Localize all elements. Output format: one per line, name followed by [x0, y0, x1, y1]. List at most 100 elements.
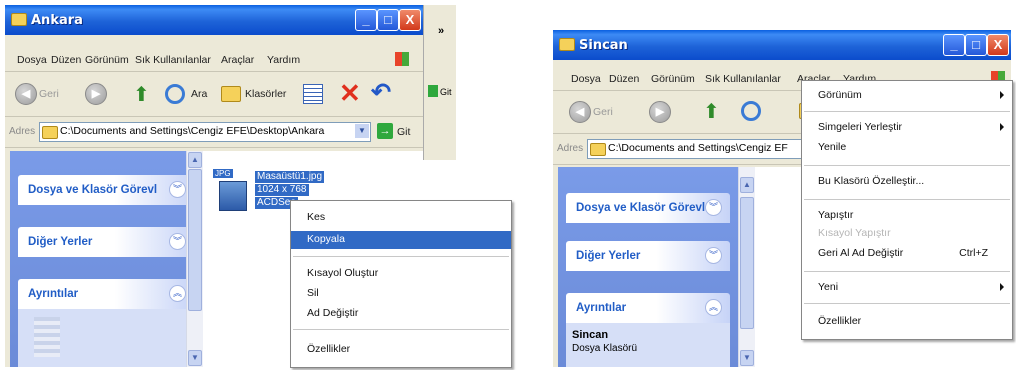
back-icon[interactable]: ◀ [569, 101, 591, 123]
menu-item-arrange-icons[interactable]: Simgeleri Yerleştir [802, 119, 1012, 137]
toolbar: ◀ Geri ▶ ⬆ Ara Klasörler ✕ ↶ [5, 72, 423, 117]
menu-separator [804, 111, 1010, 112]
jpg-file-icon[interactable]: JPG [213, 169, 249, 211]
task-box-details[interactable]: Ayrıntılar ︽ [18, 279, 194, 309]
submenu-arrow-icon [1000, 123, 1004, 131]
close-button[interactable]: X [987, 34, 1009, 56]
menu-gorunum[interactable]: Görünüm [651, 73, 695, 85]
task-box-file-folder-tasks[interactable]: Dosya ve Klasör Görevl ︾ [18, 175, 194, 205]
task-title: Ayrıntılar [576, 302, 627, 314]
menu-item-paste[interactable]: Yapıştır [802, 207, 1012, 225]
task-box-other-places[interactable]: Diğer Yerler ︾ [18, 227, 194, 257]
minimize-button[interactable]: _ [943, 34, 965, 56]
go-label[interactable]: Git [440, 87, 452, 97]
undo-icon[interactable]: ↶ [371, 78, 391, 107]
windows-logo-icon [395, 52, 409, 66]
title-bar[interactable]: Sincan _ □ X [553, 30, 1011, 60]
up-folder-icon[interactable]: ⬆ [703, 99, 720, 124]
menu-sik-kullanilanlar[interactable]: Sık Kullanılanlar [135, 54, 211, 66]
menu-label: Kopyala [307, 233, 345, 245]
search-label[interactable]: Ara [191, 88, 207, 100]
menu-item-cut[interactable]: Kes [291, 209, 511, 227]
scroll-down-icon[interactable]: ▼ [188, 350, 202, 366]
address-input[interactable]: C:\Documents and Settings\Cengiz EF [587, 139, 819, 159]
menu-label: Özellikler [818, 315, 862, 327]
vertical-scrollbar[interactable]: ▲ ▼ [738, 167, 755, 367]
chevron-down-icon[interactable]: ︾ [705, 199, 722, 216]
task-box-details[interactable]: Ayrıntılar ︽ [566, 293, 730, 323]
address-path: C:\Documents and Settings\Cengiz EFE\Des… [60, 125, 325, 137]
chevron-down-icon[interactable]: ︾ [705, 247, 722, 264]
menu-label: Bu Klasörü Özelleştir... [818, 175, 925, 187]
menu-gorunum[interactable]: Görünüm [85, 54, 129, 66]
menu-bar: Dosya Düzen Görünüm Sık Kullanılanlar Ar… [5, 49, 423, 72]
scroll-up-icon[interactable]: ▲ [188, 152, 202, 168]
menu-label: Geri Al Ad Değiştir [818, 247, 904, 259]
views-icon[interactable] [303, 84, 323, 104]
chevron-up-icon[interactable]: ︽ [705, 299, 722, 316]
details-name: Sincan [572, 329, 609, 341]
menu-item-create-shortcut[interactable]: Kısayol Oluştur [291, 265, 511, 283]
scroll-down-icon[interactable]: ▼ [740, 350, 754, 366]
menu-item-view[interactable]: Görünüm [802, 87, 1012, 105]
chevron-up-icon[interactable]: ︽ [169, 285, 186, 302]
search-icon[interactable] [741, 101, 761, 121]
menu-duzen[interactable]: Düzen [51, 54, 81, 66]
title-bar[interactable]: Ankara _ □ X [5, 5, 423, 35]
menu-separator [293, 329, 509, 330]
back-icon[interactable]: ◀ [15, 83, 37, 105]
window-title: Ankara [31, 13, 83, 28]
menu-item-customize-folder[interactable]: Bu Klasörü Özelleştir... [802, 173, 1012, 191]
file-name[interactable]: Masaüstü1.jpg [255, 171, 325, 183]
task-title: Diğer Yerler [28, 236, 93, 248]
minimize-button[interactable]: _ [355, 9, 377, 31]
details-type: Dosya Klasörü [572, 343, 638, 354]
menu-yardim[interactable]: Yardım [267, 54, 300, 66]
menu-item-copy[interactable]: Kopyala [291, 231, 511, 249]
task-box-file-folder-tasks[interactable]: Dosya ve Klasör Görevl ︾ [566, 193, 730, 223]
menu-item-properties[interactable]: Özellikler [802, 313, 1012, 331]
address-input[interactable]: C:\Documents and Settings\Cengiz EFE\Des… [39, 122, 371, 142]
overflow-chevron[interactable]: » [438, 25, 444, 37]
scroll-thumb[interactable] [740, 197, 754, 329]
maximize-button[interactable]: □ [965, 34, 987, 56]
menu-dosya[interactable]: Dosya [571, 73, 601, 85]
forward-icon[interactable]: ▶ [85, 83, 107, 105]
chevron-down-icon[interactable]: ︾ [169, 233, 186, 250]
vertical-scrollbar[interactable]: ▲ ▼ [186, 151, 203, 367]
menu-dosya[interactable]: Dosya [17, 54, 47, 66]
close-button[interactable]: X [399, 9, 421, 31]
maximize-button[interactable]: □ [377, 9, 399, 31]
address-path: C:\Documents and Settings\Cengiz EF [608, 142, 788, 154]
forward-icon[interactable]: ▶ [649, 101, 671, 123]
go-label[interactable]: Git [397, 126, 410, 138]
search-icon[interactable] [165, 84, 185, 104]
menu-item-properties[interactable]: Özellikler [291, 341, 511, 359]
menu-item-new[interactable]: Yeni [802, 279, 1012, 297]
menu-label: Kısayol Oluştur [307, 267, 379, 279]
menu-item-rename[interactable]: Ad Değiştir [291, 305, 511, 323]
delete-icon[interactable]: ✕ [339, 78, 361, 109]
go-arrow-icon[interactable]: → [377, 123, 393, 139]
chevron-down-icon[interactable]: ︾ [169, 181, 186, 198]
up-folder-icon[interactable]: ⬆ [133, 82, 150, 107]
task-box-other-places[interactable]: Diğer Yerler ︾ [566, 241, 730, 271]
menu-duzen[interactable]: Düzen [609, 73, 639, 85]
folders-icon[interactable] [221, 86, 241, 102]
menu-label: Yenile [818, 141, 847, 153]
go-arrow-icon[interactable] [428, 85, 438, 97]
folder-icon [559, 38, 575, 51]
menu-sik-kullanilanlar[interactable]: Sık Kullanılanlar [705, 73, 781, 85]
scroll-up-icon[interactable]: ▲ [740, 177, 754, 193]
dropdown-arrow-icon[interactable]: ▼ [355, 124, 369, 138]
menu-item-delete[interactable]: Sil [291, 285, 511, 303]
back-label[interactable]: Geri [39, 88, 59, 100]
folders-label[interactable]: Klasörler [245, 88, 286, 100]
task-pane: Dosya ve Klasör Görevl ︾ Diğer Yerler ︾ … [10, 151, 202, 367]
menu-araclar[interactable]: Araçlar [221, 54, 254, 66]
back-label[interactable]: Geri [593, 106, 613, 118]
context-menu: Kes Kopyala Kısayol Oluştur Sil Ad Değiş… [290, 200, 512, 368]
menu-item-refresh[interactable]: Yenile [802, 139, 1012, 157]
menu-item-undo-rename[interactable]: Geri Al Ad Değiştir Ctrl+Z [802, 245, 1012, 263]
scroll-thumb[interactable] [188, 169, 202, 311]
